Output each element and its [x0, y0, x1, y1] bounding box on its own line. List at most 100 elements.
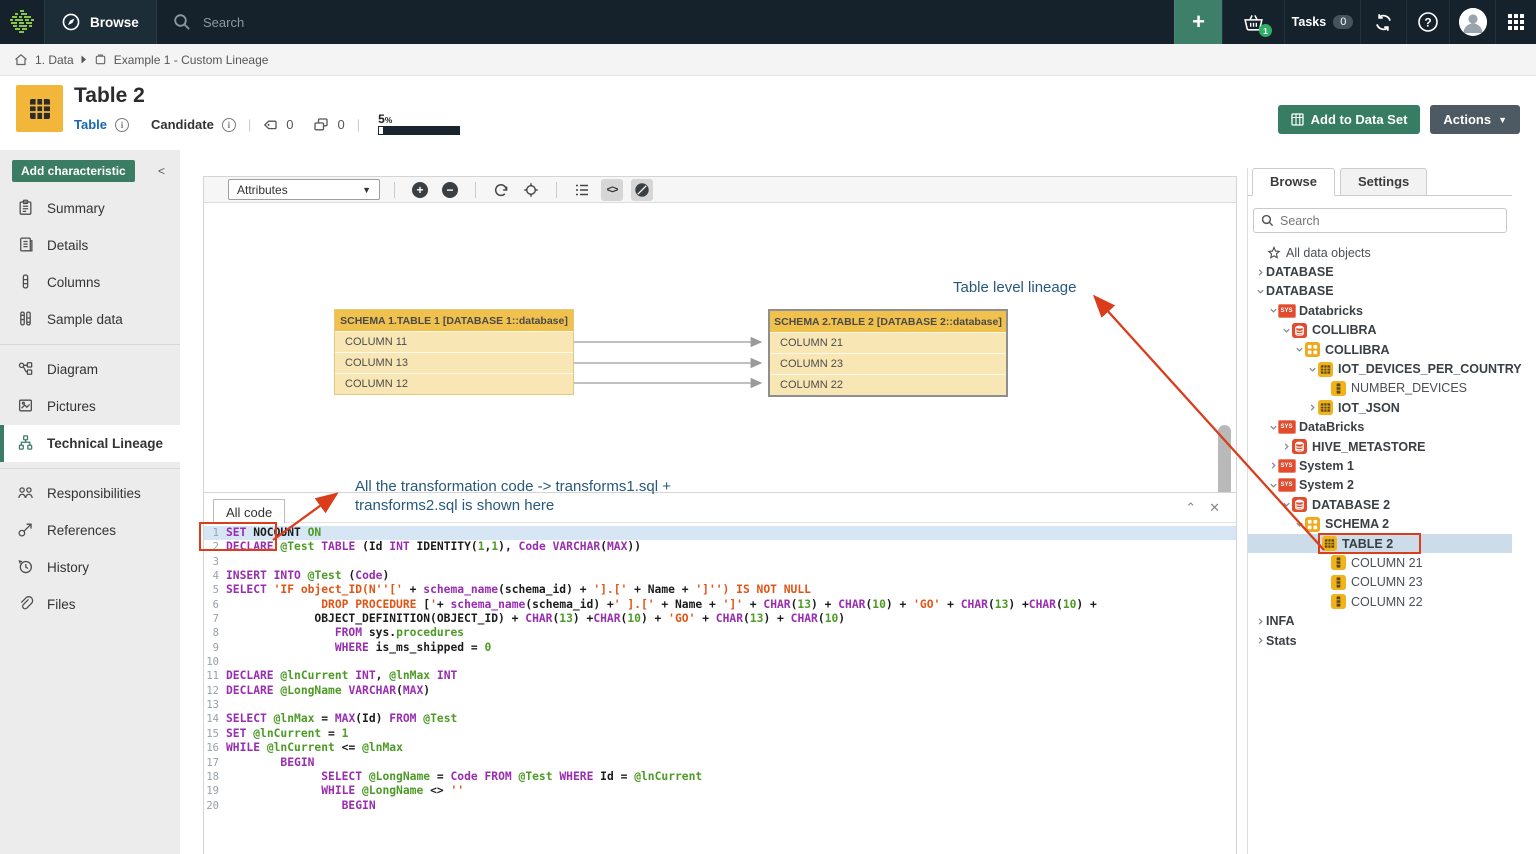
lineage-column-row[interactable]: COLUMN 23: [770, 353, 1006, 374]
paperclip-icon: [17, 595, 34, 615]
vertical-scrollbar-thumb[interactable]: [1218, 425, 1231, 497]
chevron-right-icon[interactable]: [1254, 636, 1266, 645]
sidebar-item-technical-lineage[interactable]: Technical Lineage: [0, 425, 180, 462]
chevron-down-icon[interactable]: [1293, 345, 1305, 354]
tasks-button[interactable]: Tasks 0: [1284, 0, 1360, 44]
add-characteristic-button[interactable]: Add characteristic: [12, 160, 135, 182]
sidebar-item-history[interactable]: History: [0, 549, 180, 586]
tree-item-iot-json[interactable]: IOT_JSON: [1248, 398, 1512, 417]
tree-item-iot-devices-per-country[interactable]: IOT_DEVICES_PER_COUNTRY: [1248, 359, 1512, 378]
tree-item-database[interactable]: DATABASE: [1248, 262, 1512, 281]
chevron-right-icon[interactable]: [1254, 617, 1266, 626]
sidebar-item-columns[interactable]: Columns: [0, 264, 180, 301]
collibra-logo[interactable]: [0, 0, 44, 44]
tree-item-table-2[interactable]: TABLE 2: [1248, 534, 1512, 553]
tree-search-input[interactable]: [1280, 214, 1499, 228]
sidebar-item-sample-data[interactable]: Sample data: [0, 301, 180, 338]
sidebar-item-references[interactable]: References: [0, 512, 180, 549]
code-line: 9 WHERE is_ms_shipped = 0: [204, 641, 1236, 655]
tab-all-code[interactable]: All code: [213, 499, 285, 524]
create-button[interactable]: +: [1174, 0, 1222, 44]
breadcrumb-asset[interactable]: Example 1 - Custom Lineage: [114, 53, 269, 67]
sidebar-item-diagram[interactable]: Diagram: [0, 351, 180, 388]
chevron-down-icon[interactable]: [1280, 326, 1292, 335]
tree-item-all-data-objects[interactable]: All data objects: [1248, 243, 1512, 262]
tree-item-databricks[interactable]: SYSDatabricks: [1248, 301, 1512, 320]
tree-item-database-2[interactable]: DATABASE 2: [1248, 495, 1512, 514]
zoom-out-button[interactable]: −: [439, 179, 461, 201]
lineage-canvas[interactable]: SCHEMA 1.TABLE 1 [DATABASE 1::database]C…: [204, 203, 1236, 492]
completeness-progress: 5%: [378, 114, 460, 135]
add-to-dataset-button[interactable]: Add to Data Set: [1278, 105, 1421, 134]
tree-item-hive-metastore[interactable]: HIVE_METASTORE: [1248, 437, 1512, 456]
asset-type-link[interactable]: Table: [74, 117, 107, 132]
lineage-column-row[interactable]: COLUMN 21: [770, 332, 1006, 353]
user-menu[interactable]: [1449, 0, 1495, 44]
lineage-column-row[interactable]: COLUMN 11: [335, 331, 573, 352]
apps-menu-button[interactable]: [1495, 0, 1536, 44]
center-view-button[interactable]: [520, 179, 542, 201]
zoom-in-button[interactable]: +: [409, 179, 431, 201]
tree-item-collibra[interactable]: COLLIBRA: [1248, 321, 1512, 340]
help-button[interactable]: ?: [1406, 0, 1449, 44]
chevron-right-icon[interactable]: [1306, 403, 1318, 412]
info-icon[interactable]: i: [115, 118, 129, 132]
status-label[interactable]: Candidate: [151, 117, 214, 132]
tree-item-database[interactable]: DATABASE: [1248, 282, 1512, 301]
tree-item-column-22[interactable]: COLUMN 22: [1248, 592, 1512, 611]
basket-button[interactable]: 1: [1222, 0, 1284, 44]
tree-item-stats[interactable]: Stats: [1248, 631, 1512, 650]
tree-search-box[interactable]: [1253, 208, 1507, 233]
lineage-node-2[interactable]: SCHEMA 2.TABLE 2 [DATABASE 2::database]C…: [768, 309, 1008, 397]
tree-item-column-21[interactable]: COLUMN 21: [1248, 553, 1512, 572]
column-icon: [1331, 575, 1346, 590]
lineage-column-row[interactable]: COLUMN 22: [770, 374, 1006, 395]
sidebar-item-details[interactable]: Details: [0, 227, 180, 264]
tree-item-collibra[interactable]: COLLIBRA: [1248, 340, 1512, 359]
tree-item-schema-2[interactable]: SCHEMA 2: [1248, 514, 1512, 533]
help-icon: ?: [1417, 11, 1439, 33]
tree-item-number-devices[interactable]: NUMBER_DEVICES: [1248, 379, 1512, 398]
nav-browse[interactable]: Browse: [44, 0, 157, 44]
tree-item-infa[interactable]: INFA: [1248, 611, 1512, 630]
tree-item-column-23[interactable]: COLUMN 23: [1248, 573, 1512, 592]
search-icon: [1261, 214, 1274, 227]
sidebar-item-summary[interactable]: Summary: [0, 190, 180, 227]
attributes-dropdown[interactable]: Attributes ▼: [228, 179, 380, 200]
sync-button[interactable]: [1360, 0, 1406, 44]
tab-browse[interactable]: Browse: [1252, 168, 1335, 196]
info-icon[interactable]: i: [222, 118, 236, 132]
sidebar-item-responsibilities[interactable]: Responsibilities: [0, 475, 180, 512]
contrast-toggle-button[interactable]: [631, 179, 653, 201]
list-view-button[interactable]: [571, 179, 593, 201]
chevron-down-icon[interactable]: [1254, 287, 1266, 296]
chevron-down-icon[interactable]: [1306, 365, 1318, 374]
tag-icon[interactable]: [263, 118, 278, 132]
chevron-right-icon[interactable]: [1254, 268, 1266, 277]
collapse-panel-icon[interactable]: ⌃: [1185, 500, 1196, 516]
sidebar-item-pictures[interactable]: Pictures: [0, 388, 180, 425]
nav-search[interactable]: Search: [157, 0, 244, 44]
copies-icon[interactable]: [313, 117, 329, 132]
tab-settings[interactable]: Settings: [1340, 168, 1427, 196]
actions-button[interactable]: Actions ▼: [1430, 105, 1520, 134]
chevron-down-icon[interactable]: [1293, 520, 1305, 529]
lineage-column-row[interactable]: COLUMN 13: [335, 352, 573, 373]
breadcrumb-community[interactable]: 1. Data: [35, 53, 74, 67]
code-viewer[interactable]: 1SET NOCOUNT ON2DECLARE @Test TABLE (Id …: [204, 523, 1236, 829]
tree-item-databricks[interactable]: SYSDataBricks: [1248, 418, 1512, 437]
refresh-button[interactable]: [490, 179, 512, 201]
collapse-sidebar-button[interactable]: <: [155, 164, 168, 178]
lineage-column-row[interactable]: COLUMN 12: [335, 373, 573, 394]
code-line-text: BEGIN: [226, 756, 314, 770]
tree-item-system-1[interactable]: SYSSystem 1: [1248, 456, 1512, 475]
lineage-node-1[interactable]: SCHEMA 1.TABLE 1 [DATABASE 1::database]C…: [334, 309, 574, 395]
close-panel-icon[interactable]: ✕: [1209, 500, 1220, 516]
tree-item-system-2[interactable]: SYSSystem 2: [1248, 476, 1512, 495]
code-line-number: 4: [204, 569, 226, 583]
chevron-right-icon[interactable]: [1280, 442, 1292, 451]
chevron-down-icon[interactable]: [1280, 500, 1292, 509]
lineage-main-panel: Attributes ▼ + − <>: [203, 176, 1237, 854]
sidebar-item-files[interactable]: Files: [0, 586, 180, 623]
source-code-button[interactable]: <>: [601, 179, 623, 201]
